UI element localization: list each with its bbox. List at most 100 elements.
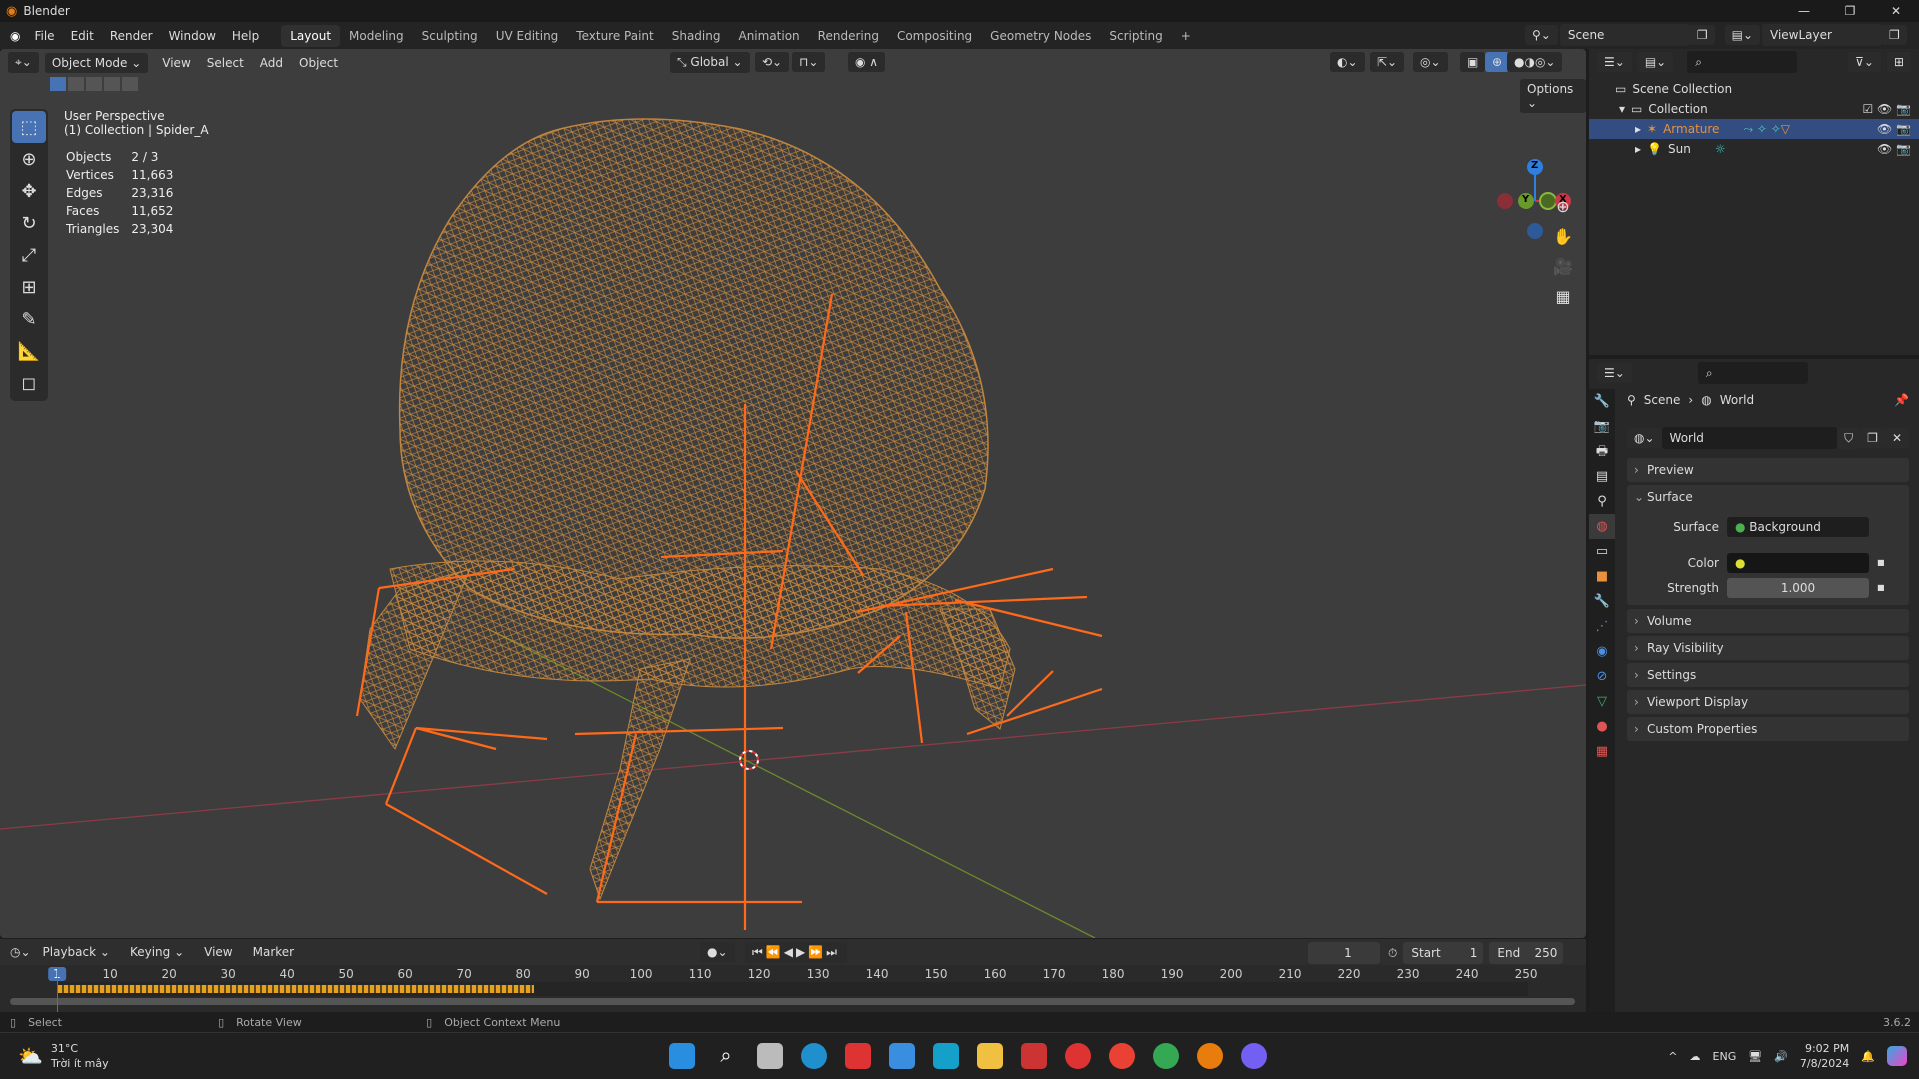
timeline-menu-playback[interactable]: Playback ⌄ [35, 945, 118, 959]
outliner-item-sun[interactable]: ▸ 💡 Sun ☼ 👁 📷 [1589, 139, 1919, 159]
tool-tab-icon[interactable]: 🔧 [1589, 389, 1615, 414]
collection-visibility-icons[interactable]: ☑ 👁 📷 [1862, 102, 1911, 116]
snipping-tool-icon[interactable] [845, 1043, 871, 1069]
outliner-search-input[interactable]: ⌕ [1687, 51, 1798, 73]
cursor-tool-icon[interactable]: ⊕ [12, 143, 46, 175]
tab-uv-editing[interactable]: UV Editing [487, 25, 568, 47]
color-field[interactable]: ● [1727, 553, 1869, 573]
viewport-menu-add[interactable]: Add [252, 56, 291, 70]
tab-geometry-nodes[interactable]: Geometry Nodes [981, 25, 1100, 47]
tab-texture-paint[interactable]: Texture Paint [567, 25, 662, 47]
surface-shader-field[interactable]: ● Background [1727, 517, 1869, 537]
search-icon[interactable]: ⌕ [713, 1043, 739, 1069]
task-view-icon[interactable] [757, 1043, 783, 1069]
tab-animation[interactable]: Animation [729, 25, 808, 47]
viewport-canvas[interactable] [0, 49, 1586, 938]
overlay-toggle-icon[interactable]: ◎⌄ [1413, 52, 1448, 72]
select-mode-buttons[interactable] [50, 77, 150, 93]
view-layer-field[interactable]: ViewLayer [1762, 24, 1883, 46]
scene-field[interactable]: Scene [1559, 24, 1690, 46]
panel-preview[interactable]: › Preview [1627, 458, 1909, 482]
solid-shading-icon[interactable]: ●◑◎⌄ [1507, 52, 1563, 72]
app-m-icon[interactable] [1065, 1043, 1091, 1069]
tab-modeling[interactable]: Modeling [340, 25, 413, 47]
clock[interactable]: 9:02 PM 7/8/2024 [1800, 1041, 1849, 1071]
blender-taskbar-icon[interactable] [1197, 1043, 1223, 1069]
panel-viewport-display[interactable]: › Viewport Display [1627, 690, 1909, 714]
new-view-layer-button[interactable]: ❐ [1882, 25, 1907, 45]
edge-icon[interactable] [801, 1043, 827, 1069]
playhead[interactable] [57, 967, 58, 1012]
current-frame-field[interactable]: 1 [1308, 942, 1380, 964]
world-name-field[interactable]: World [1661, 427, 1838, 449]
rotate-tool-icon[interactable]: ↻ [12, 207, 46, 239]
sun-visibility-icons[interactable]: 👁 📷 [1877, 142, 1911, 156]
panel-ray-visibility[interactable]: › Ray Visibility [1627, 636, 1909, 660]
mode-dropdown[interactable]: Object Mode ⌄ [44, 52, 149, 73]
tab-sculpting[interactable]: Sculpting [413, 25, 487, 47]
tab-shading[interactable]: Shading [663, 25, 730, 47]
timeline-menu-view[interactable]: View [196, 945, 240, 959]
start-icon[interactable] [669, 1043, 695, 1069]
properties-editor-type-icon[interactable]: ☰⌄ [1597, 363, 1632, 383]
menu-help[interactable]: Help [224, 29, 267, 43]
panel-volume[interactable]: › Volume [1627, 609, 1909, 633]
weather-widget[interactable]: ⛅ 31°C Trời ít mây [0, 1041, 109, 1071]
keyframe-track[interactable] [58, 982, 1528, 996]
strength-field[interactable]: 1.000 [1727, 578, 1869, 598]
move-tool-icon[interactable]: ✥ [12, 175, 46, 207]
measure-tool-icon[interactable]: 📐 [12, 335, 46, 367]
expand-arrow-icon[interactable]: ▸ [1635, 122, 1641, 136]
scene-selector-icon[interactable]: ⚲⌄ [1525, 25, 1558, 45]
duplicate-world-icon[interactable]: ❐ [1860, 428, 1885, 448]
options-dropdown[interactable]: Options ⌄ [1520, 79, 1586, 113]
onedrive-icon[interactable]: ☁ [1690, 1050, 1701, 1063]
view-layer-icon[interactable]: ▤⌄ [1724, 25, 1761, 45]
data-tab-icon[interactable]: ▽ [1589, 689, 1615, 714]
outliner-display-mode-icon[interactable]: ☰⌄ [1597, 52, 1632, 72]
outliner-filter-icon[interactable]: ⊽⌄ [1848, 52, 1881, 72]
annotate-tool-icon[interactable]: ✎ [12, 303, 46, 335]
network-icon[interactable]: 🖥 [1748, 1050, 1762, 1063]
timeline-menu-marker[interactable]: Marker [245, 945, 302, 959]
timeline-scrollbar[interactable] [10, 998, 1575, 1005]
minimize-button[interactable]: — [1781, 4, 1827, 18]
camera-view-icon[interactable]: 🎥 [1550, 252, 1576, 282]
tab-rendering[interactable]: Rendering [809, 25, 888, 47]
select-box-tool-icon[interactable]: ⬚ [12, 111, 46, 143]
preview-range-icon[interactable]: ⏱ [1388, 946, 1397, 961]
3d-viewport[interactable]: ⌖⌄ Object Mode ⌄ View Select Add Object … [0, 49, 1586, 938]
expand-arrow-icon[interactable]: ▸ [1635, 142, 1641, 156]
copilot-icon[interactable] [1887, 1046, 1907, 1066]
texture-tab-icon[interactable]: ▦ [1589, 739, 1615, 764]
store-icon[interactable] [889, 1043, 915, 1069]
volume-icon[interactable]: 🔊 [1774, 1050, 1788, 1063]
fake-user-icon[interactable]: ⛉ [1837, 427, 1861, 449]
gizmo-toggle-icon[interactable]: ⇱⌄ [1370, 52, 1405, 72]
transform-tool-icon[interactable]: ⊞ [12, 271, 46, 303]
new-collection-icon[interactable]: ⊞ [1886, 52, 1911, 72]
mesh-modifier-icon[interactable]: ▽ [1781, 122, 1790, 136]
menu-edit[interactable]: Edit [63, 29, 102, 43]
keyframe-dot-icon[interactable]: ■ [1877, 551, 1885, 575]
expand-arrow-icon[interactable]: ▾ [1619, 102, 1625, 116]
unlink-world-icon[interactable]: ✕ [1884, 428, 1909, 448]
wireframe-shading-icon[interactable]: ⊕ [1485, 52, 1510, 72]
file-explorer-icon[interactable] [977, 1043, 1003, 1069]
visibility-icon[interactable]: ◐⌄ [1330, 52, 1365, 72]
end-frame-field[interactable]: End 250 [1489, 942, 1564, 964]
pin-icon[interactable]: 📌 [1894, 393, 1909, 407]
maximize-button[interactable]: ❐ [1827, 4, 1873, 18]
constraints-tab-icon[interactable]: ⊘ [1589, 664, 1615, 689]
world-tab-icon[interactable]: ◍ [1589, 514, 1615, 539]
tray-overflow-icon[interactable]: ^ [1668, 1050, 1677, 1063]
auto-keying-button[interactable]: ●⌄ [700, 942, 735, 962]
notification-icon[interactable]: 🔔 [1861, 1050, 1875, 1063]
timeline-menu-keying[interactable]: Keying ⌄ [122, 945, 192, 959]
sun-data-icon[interactable]: ☼ [1715, 142, 1726, 156]
tab-scripting[interactable]: Scripting [1100, 25, 1171, 47]
start-frame-field[interactable]: Start 1 [1403, 942, 1484, 964]
particles-tab-icon[interactable]: ⋰ [1589, 614, 1615, 639]
menu-file[interactable]: File [26, 29, 62, 43]
new-scene-button[interactable]: ❐ [1689, 25, 1715, 45]
